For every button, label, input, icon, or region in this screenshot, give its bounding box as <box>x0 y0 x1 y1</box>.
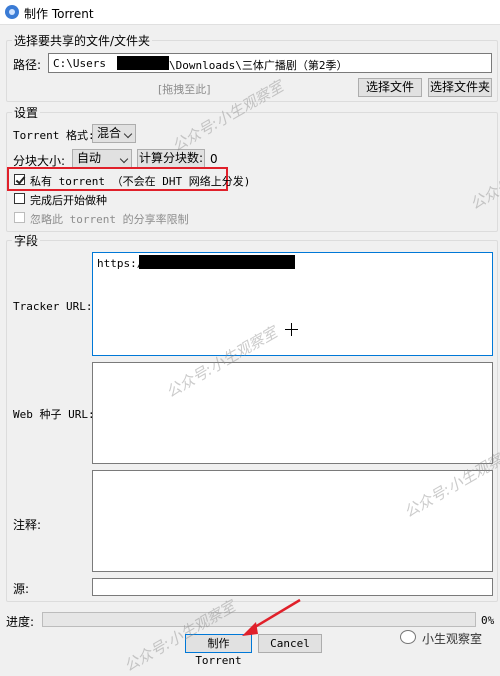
chevron-down-icon <box>119 154 129 164</box>
private-checkbox[interactable] <box>14 174 25 185</box>
select-folder-button[interactable]: 选择文件夹 <box>428 78 492 97</box>
brand-label: 小生观察室 <box>422 632 483 646</box>
source-input[interactable] <box>92 578 493 596</box>
format-select[interactable]: 混合 <box>92 124 136 143</box>
cursor-crosshair-icon <box>291 323 292 336</box>
piece-size-value: 自动 <box>77 151 102 165</box>
window-title: 制作 Torrent <box>24 7 94 21</box>
progress-label: 进度: <box>6 615 35 629</box>
piece-size-select[interactable]: 自动 <box>72 149 132 168</box>
tracker-label: Tracker URL: <box>13 300 93 313</box>
ignore-ratio-label: 忽略此 torrent 的分享率限制 <box>30 213 189 226</box>
calc-pieces-button[interactable]: 计算分块数: <box>137 149 205 168</box>
web-seed-label: Web 种子 URL: <box>13 408 95 421</box>
format-label: Torrent 格式: <box>13 129 95 142</box>
path-prefix: C:\Users <box>53 57 106 70</box>
redacted-tracker <box>139 255 295 269</box>
app-icon <box>5 5 19 19</box>
settings-legend: 设置 <box>12 104 41 121</box>
files-legend: 选择要共享的文件/文件夹 <box>12 32 153 49</box>
drag-hint: [拖拽至此] <box>158 83 211 96</box>
comment-label: 注释: <box>13 518 42 532</box>
seed-checkbox[interactable] <box>14 193 25 204</box>
path-input[interactable]: C:\Users \Downloads\三体广播剧（第2季） <box>48 53 492 73</box>
ignore-ratio-checkbox[interactable] <box>14 212 25 223</box>
private-label: 私有 torrent （不会在 DHT 网络上分发) <box>30 175 251 188</box>
fields-legend: 字段 <box>12 232 41 249</box>
wechat-icon <box>400 630 416 644</box>
seed-label: 完成后开始做种 <box>30 194 107 207</box>
pieces-count: 0 <box>210 152 218 166</box>
path-suffix: \Downloads\三体广播剧（第2季） <box>169 59 348 72</box>
redacted-username <box>117 56 169 70</box>
red-arrow-annotation <box>242 598 301 636</box>
path-label: 路径: <box>13 58 42 72</box>
source-label: 源: <box>13 582 30 596</box>
web-seed-textarea[interactable] <box>92 362 493 464</box>
progress-percent: 0% <box>481 614 495 627</box>
tracker-textarea[interactable]: https:// <box>92 252 493 356</box>
format-value: 混合 <box>97 126 122 140</box>
select-file-button[interactable]: 选择文件 <box>358 78 422 97</box>
chevron-down-icon <box>123 129 133 139</box>
